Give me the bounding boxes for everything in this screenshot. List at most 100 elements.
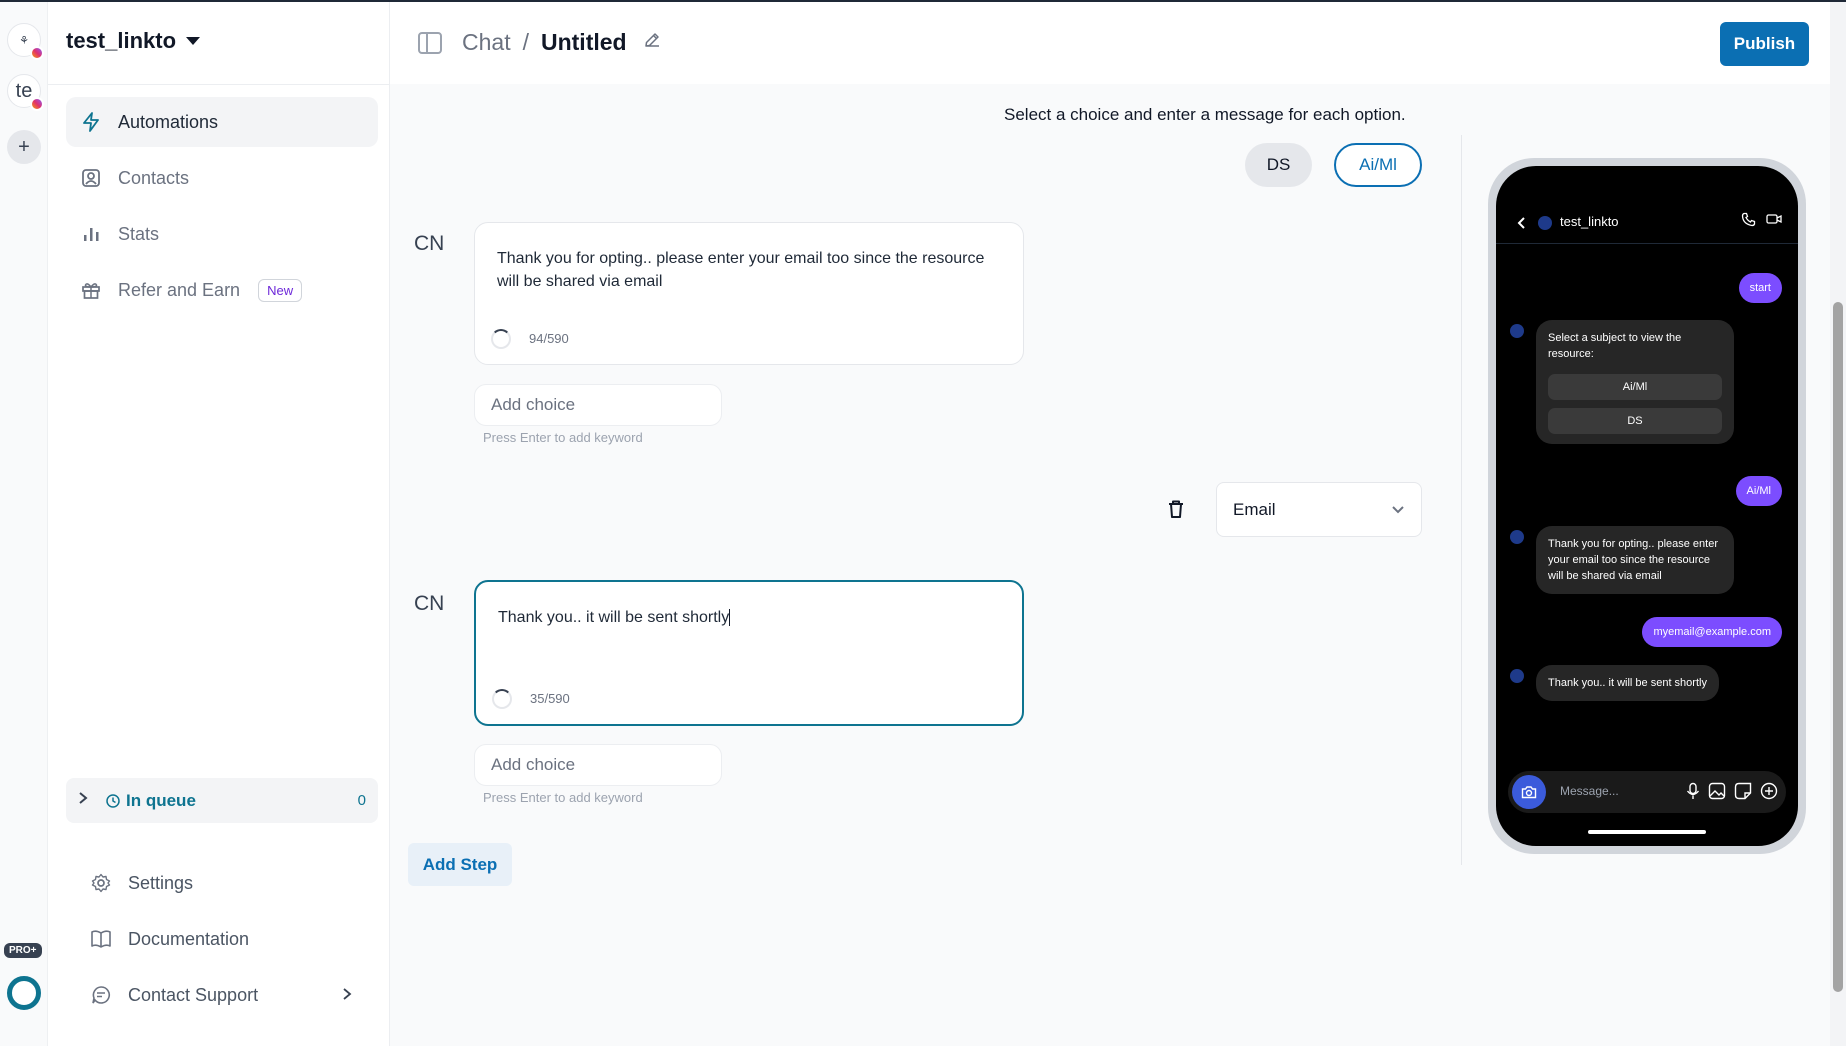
chat-support-icon [90,984,112,1006]
preview-quick-reply: Ai/Ml [1548,374,1722,400]
preview-bubble-user: start [1738,273,1782,303]
message-text: Thank you.. it will be sent shortly [498,609,730,626]
breadcrumb-separator: / [522,29,529,55]
sidebar-item-label: Contact Support [128,984,259,1005]
response-type-select[interactable]: Email [1216,482,1422,537]
trash-icon[interactable] [1165,498,1187,520]
plan-badge: PRO+ [4,943,42,958]
account-name: test_linkto [66,28,177,53]
preview-quick-reply: DS [1548,408,1722,434]
contact-name: test_linkto [1560,214,1619,229]
editor-header: Chat / Untitled Publish [390,2,1830,84]
phone-chat-header: test_linkto [1496,166,1798,244]
preview-bubble-bot: Select a subject to view the resource: A… [1536,320,1734,444]
call-icons [1741,212,1782,227]
image-icon [1708,782,1726,800]
sidebar-item-label: Stats [118,223,160,244]
sidebar-item-label: Automations [118,111,219,132]
message-editor-focused[interactable]: Thank you.. it will be sent shortly 35/5… [474,580,1024,726]
new-badge: New [258,278,303,302]
toggle-sidebar-icon[interactable] [418,32,442,54]
sender-avatar: CN [414,592,445,615]
text-cursor [729,609,731,626]
preview-input-placeholder: Message... [1560,784,1619,798]
add-step-button[interactable]: Add Step [408,843,512,886]
account-avatar-2[interactable]: te [7,74,44,111]
page-scrollbar[interactable] [1830,2,1846,1046]
chevron-right-icon [78,791,98,810]
queue-count: 0 [357,792,366,809]
phone-screen: test_linkto start Select a subject to vi… [1496,166,1798,846]
queue-toggle[interactable]: In queue 0 [66,778,378,823]
message-editor[interactable]: Thank you for opting.. please enter your… [474,222,1024,365]
sidebar-nav: Automations Contacts Stats Refer and Ear… [66,97,378,321]
sidebar-item-automations[interactable]: Automations [66,97,378,147]
add-choice-hint: Press Enter to add keyword [483,790,643,805]
account-avatar-1[interactable]: ⚘ [7,23,44,60]
add-choice-input[interactable] [474,384,722,426]
gift-icon [80,279,102,301]
preview-divider [1461,135,1462,865]
sidebar-item-stats[interactable]: Stats [66,209,378,259]
instagram-icon [30,97,44,111]
preview-input-tools [1686,782,1778,800]
sidebar-item-label: Refer and Earn [118,279,241,300]
clock-icon [106,793,120,808]
phone-preview: test_linkto start Select a subject to vi… [1488,158,1806,854]
page-title: Untitled [540,29,627,55]
preview-message-bar: Message... [1508,771,1786,813]
contact-icon [80,167,102,189]
sender-avatar: CN [414,232,445,255]
app-logo-icon[interactable] [7,976,41,1010]
home-indicator [1588,830,1706,834]
choice-instruction: Select a choice and enter a message for … [1004,105,1406,124]
sidebar-item-refer[interactable]: Refer and Earn New [66,265,378,315]
char-count: 35/590 [530,691,570,706]
sidebar-item-label: Settings [128,872,194,893]
char-counter: 35/590 [492,687,570,710]
add-account-button[interactable]: + [7,130,41,164]
sidebar-bottom-nav: Settings Documentation Contact Support [66,855,378,1023]
bar-chart-icon [80,223,102,245]
bot-question: Select a subject to view the resource: [1548,332,1682,360]
preview-bubble-bot: Thank you for opting.. please enter your… [1536,526,1734,594]
camera-icon [1512,775,1546,809]
sidebar-item-contact-support[interactable]: Contact Support [66,967,378,1023]
message-text: Thank you for opting.. please enter your… [497,250,985,290]
add-choice-input[interactable] [474,744,722,786]
pencil-icon[interactable] [643,31,661,54]
bot-avatar [1510,669,1524,683]
chevron-right-icon [342,985,352,1006]
queue-label: In queue [126,790,196,810]
char-count: 94/590 [529,331,569,346]
add-choice-hint: Press Enter to add keyword [483,430,643,445]
sidebar-item-documentation[interactable]: Documentation [66,911,378,967]
char-progress-icon [492,688,512,709]
scrollbar-thumb[interactable] [1833,302,1843,992]
sidebar-item-contacts[interactable]: Contacts [66,153,378,203]
preview-bubble-bot: Thank you.. it will be sent shortly [1536,665,1719,701]
video-icon [1766,214,1782,224]
mic-icon [1686,782,1700,799]
choice-chip-ds[interactable]: DS [1245,143,1312,187]
divider [48,84,389,85]
plus-icon: + [18,135,30,158]
account-initials: te [15,79,33,102]
back-icon [1516,214,1526,235]
breadcrumb-root[interactable]: Chat [462,29,511,56]
account-rail: ⚘ te + PRO+ [0,2,48,1046]
sticker-icon [1734,782,1752,800]
account-switcher[interactable]: test_linkto [66,28,201,54]
publish-button[interactable]: Publish [1720,22,1809,66]
bot-avatar [1510,324,1524,338]
preview-bubble-user: Ai/Ml [1735,476,1782,506]
choice-chip-aiml[interactable]: Ai/Ml [1334,143,1422,187]
bolt-icon [80,111,102,133]
bot-avatar [1510,530,1524,544]
preview-bubble-user: myemail@example.com [1642,617,1782,647]
sidebar-item-settings[interactable]: Settings [66,855,378,911]
instagram-icon [30,46,44,60]
queue-label-group: In queue [106,791,196,811]
select-value: Email [1233,499,1276,519]
contact-avatar [1538,216,1552,230]
